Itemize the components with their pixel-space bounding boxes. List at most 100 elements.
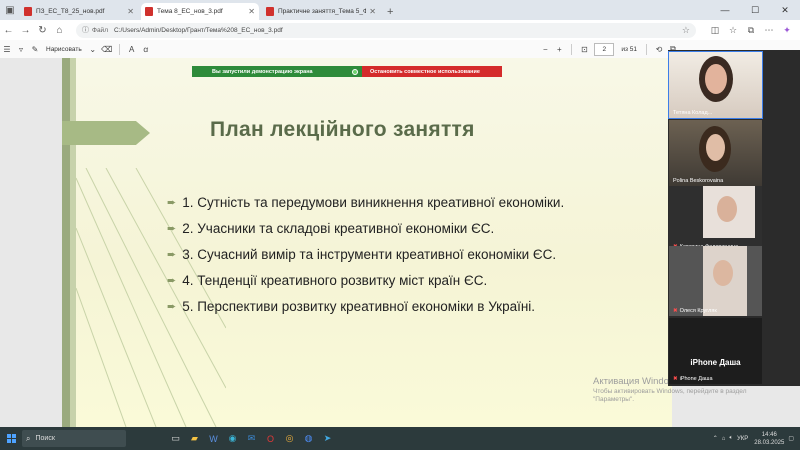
address-bar: ← → ↻ ⌂ ⓘ Файл C:/Users/Admin/Desktop/Гр… xyxy=(0,20,800,40)
volume-icon[interactable]: 🔈︎ xyxy=(729,435,733,442)
search-icon: ⌕ xyxy=(26,433,31,443)
file-explorer-icon[interactable]: ▰ xyxy=(185,427,204,450)
url-scheme-label: Файл xyxy=(92,26,108,34)
read-aloud-icon[interactable]: A xyxy=(125,45,139,54)
minimize-icon[interactable]: — xyxy=(710,0,740,20)
draw-label[interactable]: Нарисовать xyxy=(46,46,82,53)
rotate-icon[interactable]: ⟲ xyxy=(652,45,666,54)
network-icon[interactable]: ⌂ xyxy=(722,436,726,442)
highlight-icon[interactable]: ▿ xyxy=(14,45,28,54)
recording-dot-icon xyxy=(352,68,358,75)
tab-title: Тема 8_ЕС_нов_3.pdf xyxy=(157,8,223,15)
zoom-app-icon[interactable]: ◍ xyxy=(299,427,318,450)
watermark-line: Чтобы активировать Windows, перейдите в … xyxy=(593,388,747,395)
forward-icon[interactable]: → xyxy=(17,25,34,36)
bullet-arrow-icon: ➨ xyxy=(167,248,177,261)
list-item: ➨ 2. Учасники та складові креативної екон… xyxy=(167,215,564,241)
slide-bullet-list: ➨ 1. Сутність та передумови виникнення кр… xyxy=(167,189,564,319)
pdf-icon xyxy=(266,7,274,16)
divider xyxy=(571,43,573,55)
browser-tab-bar: ▣ ПЗ_ЕС_Т8_25_нов.pdf ✕ Тема 8_ЕС_нов_3.… xyxy=(0,0,800,20)
window-menu-icon[interactable]: ▣ xyxy=(0,0,20,20)
word-icon[interactable]: W xyxy=(204,427,223,450)
list-item-text: 2. Учасники та складові креативної еконо… xyxy=(182,220,495,236)
participant-tile[interactable]: iPhone Даша ✖ iPhone Даша xyxy=(669,318,762,384)
favorite-star-icon[interactable]: ☆ xyxy=(682,25,690,36)
copilot-icon[interactable]: ✦ xyxy=(778,25,796,36)
telegram-icon[interactable]: ➤ xyxy=(318,427,337,450)
title-arrow-shape xyxy=(62,121,150,145)
participant-face xyxy=(713,260,733,286)
chrome-icon[interactable]: ◎ xyxy=(280,427,299,450)
url-text: C:/Users/Admin/Desktop/Грант/Тема%208_ЕС… xyxy=(113,26,283,34)
participant-name-text: Олеся Кругляк xyxy=(679,308,717,314)
divider xyxy=(646,43,647,55)
zoom-out-icon[interactable]: − xyxy=(538,45,552,54)
video-call-panel: Тетяна Колад... Polina Beskorovaina ✖Кат… xyxy=(668,50,800,386)
tab-tema-8[interactable]: Тема 8_ЕС_нов_3.pdf ✕ xyxy=(141,3,259,20)
stop-sharing-button[interactable]: Остановить совместное использование xyxy=(362,66,502,77)
pdf-icon xyxy=(24,7,32,16)
fit-page-icon[interactable]: ⊡ xyxy=(577,45,591,54)
favorites-icon[interactable]: ☆ xyxy=(724,25,742,36)
new-tab-button[interactable]: + xyxy=(387,3,393,20)
reload-icon[interactable]: ↻ xyxy=(34,25,51,36)
search-placeholder: Поиск xyxy=(35,435,55,442)
split-screen-icon[interactable]: ◫ xyxy=(706,25,724,36)
collections-icon[interactable]: ⧉ xyxy=(742,25,760,36)
participant-tile[interactable]: ✖ Олеся Кругляк xyxy=(669,246,762,316)
toc-icon[interactable]: ☰ xyxy=(0,45,14,54)
participant-name: ✖ Олеся Кругляк xyxy=(673,308,717,314)
start-button[interactable] xyxy=(0,427,22,450)
page-number-input[interactable]: 2 xyxy=(594,42,615,56)
more-options-icon[interactable]: ⋯ xyxy=(760,25,778,36)
draw-icon[interactable]: ✎ xyxy=(28,45,42,54)
close-tab-icon[interactable]: ✕ xyxy=(369,7,376,16)
screen-share-text: Вы запустили демонстрацию экрана xyxy=(212,68,313,75)
eraser-icon[interactable]: ⌫ xyxy=(100,45,114,54)
zoom-in-icon[interactable]: + xyxy=(552,45,566,54)
tab-praktychne[interactable]: Практичне заняття_Тема 5_Фінан ✕ xyxy=(262,3,380,20)
windows-taskbar: ⌕ Поиск ▭ ▰ W ◉ ✉ O ◎ ◍ ➤ ⌃ ⌂ 🔈︎ УКР 14:… xyxy=(0,427,800,450)
chevron-down-icon[interactable]: ⌄ xyxy=(86,45,100,54)
screen-share-status: Вы запустили демонстрацию экрана xyxy=(192,66,362,77)
info-icon: ⓘ xyxy=(82,27,89,34)
translate-icon[interactable]: ꭤ xyxy=(139,44,153,55)
slide-left-stripe xyxy=(62,58,70,427)
close-window-icon[interactable]: ✕ xyxy=(770,0,800,20)
language-indicator[interactable]: УКР xyxy=(737,436,748,442)
edge-icon[interactable]: ◉ xyxy=(223,427,242,450)
clock-time: 14:46 xyxy=(761,431,777,438)
participant-tile[interactable]: ✖Катерина Федоришина xyxy=(669,186,762,252)
clock[interactable]: 14:46 28.03.2025 xyxy=(754,431,784,447)
bullet-arrow-icon: ➨ xyxy=(167,196,177,209)
back-icon[interactable]: ← xyxy=(0,25,17,36)
notifications-icon[interactable]: ▢ xyxy=(788,435,794,442)
taskbar-search[interactable]: ⌕ Поиск xyxy=(22,430,126,447)
tab-title: Практичне заняття_Тема 5_Фінан xyxy=(278,8,367,15)
list-item-text: 1. Сутність та передумови виникнення кре… xyxy=(182,194,565,210)
bullet-arrow-icon: ➨ xyxy=(167,274,177,287)
clock-date: 28.03.2025 xyxy=(754,439,785,446)
list-item-text: 5. Перспективи розвитку креативної еконо… xyxy=(182,298,536,314)
list-item-text: 3. Сучасний вимір та інструменти креатив… xyxy=(182,246,557,262)
screen-share-banner: Вы запустили демонстрацию экрана Останов… xyxy=(192,66,502,77)
participant-name: Polina Beskorovaina xyxy=(673,178,724,184)
opera-icon[interactable]: O xyxy=(261,427,280,450)
close-tab-icon[interactable]: ✕ xyxy=(127,7,134,16)
participant-tile[interactable]: Polina Beskorovaina xyxy=(669,120,762,186)
tab-title: ПЗ_ЕС_Т8_25_нов.pdf xyxy=(36,8,105,15)
list-item-text: 4. Тенденції креативного розвитку міст к… xyxy=(182,272,488,288)
slide-page: Вы запустили демонстрацию экрана Останов… xyxy=(62,58,672,427)
chevron-up-icon[interactable]: ⌃ xyxy=(713,435,718,442)
participant-face xyxy=(705,64,727,94)
home-icon[interactable]: ⌂ xyxy=(51,25,68,36)
participant-tile[interactable]: Тетяна Колад... xyxy=(668,51,763,119)
task-view-icon[interactable]: ▭ xyxy=(166,427,185,450)
tab-pz-es[interactable]: ПЗ_ЕС_Т8_25_нов.pdf ✕ xyxy=(20,3,138,20)
maximize-icon[interactable]: ☐ xyxy=(740,0,770,20)
close-tab-icon[interactable]: ✕ xyxy=(248,7,255,16)
url-field[interactable]: ⓘ Файл C:/Users/Admin/Desktop/Грант/Тема… xyxy=(76,22,696,38)
slide-title: План лекційного заняття xyxy=(210,118,475,141)
outlook-icon[interactable]: ✉ xyxy=(242,427,261,450)
